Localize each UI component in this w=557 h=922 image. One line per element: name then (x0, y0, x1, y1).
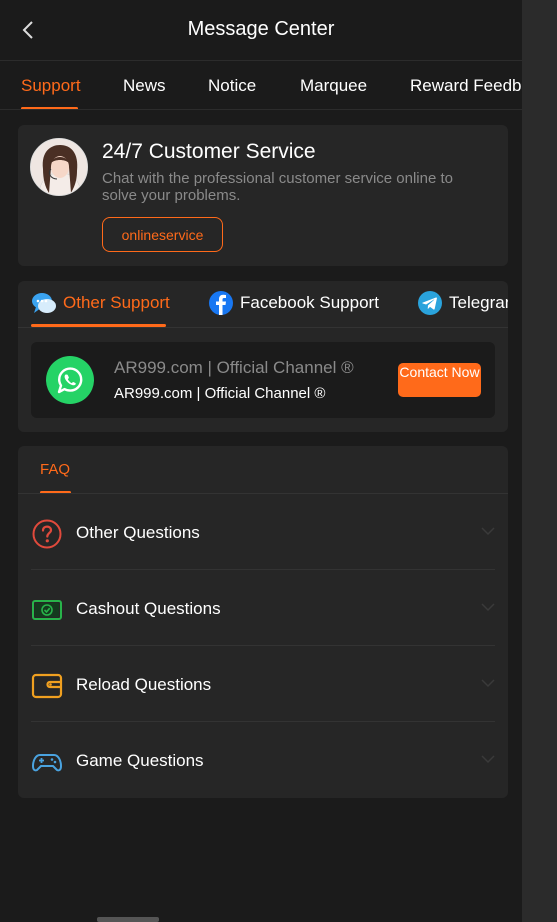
chat-bubble-icon (32, 293, 56, 313)
chevron-down-icon (481, 527, 495, 536)
support-tabs: Other Support Facebook Support Telegran (18, 281, 508, 328)
customer-service-description: Chat with the professional customer serv… (102, 170, 454, 204)
tab-marquee[interactable]: Marquee (300, 76, 367, 96)
tab-notice[interactable]: Notice (208, 76, 256, 96)
tab-telegram-support[interactable]: Telegran (417, 290, 508, 316)
tab-news[interactable]: News (123, 76, 166, 96)
customer-service-card: 24/7 Customer Service Chat with the prof… (18, 125, 508, 266)
tab-other-support[interactable]: Other Support (31, 290, 170, 316)
faq-item-label: Reload Questions (76, 675, 212, 694)
wallet-icon (31, 673, 63, 699)
chevron-down-icon (481, 679, 495, 688)
customer-service-title: 24/7 Customer Service (102, 140, 316, 163)
horizontal-scrollbar[interactable] (97, 917, 159, 922)
question-circle-icon (32, 519, 62, 549)
side-panel (522, 0, 557, 922)
online-service-button[interactable]: onlineservice (102, 217, 223, 252)
tab-active-indicator (21, 107, 78, 109)
faq-item-label: Cashout Questions (76, 599, 221, 618)
tab-facebook-support-label: Facebook Support (240, 293, 379, 312)
faq-item-other-questions[interactable]: Other Questions (31, 494, 495, 570)
header: Message Center (0, 0, 522, 61)
whatsapp-icon (46, 356, 94, 404)
chevron-down-icon (481, 755, 495, 764)
faq-card: FAQ Other Questions Cashout Questions Re… (18, 446, 508, 798)
telegram-icon (418, 291, 442, 315)
contact-now-button[interactable]: Contact Now (398, 363, 481, 397)
chevron-down-icon (481, 603, 495, 612)
page-title: Message Center (187, 18, 335, 40)
support-card: Other Support Facebook Support Telegran (18, 281, 508, 432)
facebook-icon (209, 291, 233, 315)
faq-item-label: Other Questions (76, 523, 200, 542)
tab-faq[interactable]: FAQ (40, 461, 70, 478)
faq-item-reload-questions[interactable]: Reload Questions (31, 646, 495, 722)
gamepad-icon (31, 754, 63, 772)
avatar (30, 138, 88, 196)
tab-telegram-support-label: Telegran (449, 293, 508, 312)
faq-item-game-questions[interactable]: Game Questions (31, 722, 495, 798)
tab-support[interactable]: Support (21, 76, 81, 96)
app-screen: Message Center Support News Notice Marqu… (0, 0, 522, 922)
channel-subtitle: AR999.com | Official Channel ® (114, 385, 326, 402)
faq-item-cashout-questions[interactable]: Cashout Questions (31, 570, 495, 646)
channel-title: AR999.com | Official Channel ® (114, 358, 354, 377)
support-tab-active-indicator (31, 324, 166, 327)
main-tabs: Support News Notice Marquee Reward Feedb (0, 61, 522, 110)
channel-row: AR999.com | Official Channel ® AR999.com… (31, 342, 495, 418)
tab-other-support-label: Other Support (63, 293, 170, 312)
cash-icon (32, 600, 62, 620)
faq-item-label: Game Questions (76, 751, 204, 770)
tab-facebook-support[interactable]: Facebook Support (208, 290, 379, 316)
tab-reward-feedback[interactable]: Reward Feedb (410, 76, 522, 96)
